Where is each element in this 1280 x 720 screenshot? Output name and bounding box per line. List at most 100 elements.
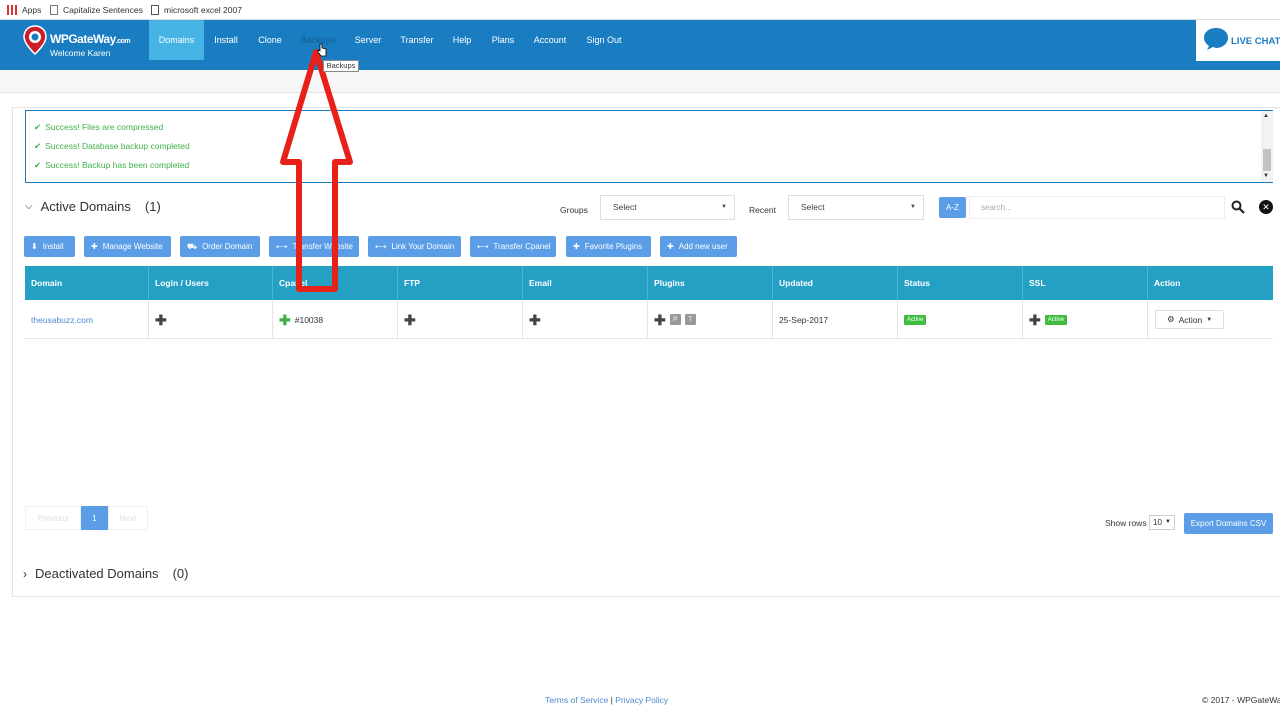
recent-select[interactable]: Select ▼ xyxy=(788,195,924,220)
add-ssl-icon[interactable]: ✚ xyxy=(1029,313,1041,327)
active-domains-toggle[interactable]: ⌵ Active Domains (1) xyxy=(25,199,161,214)
plus-icon: ✚ xyxy=(667,242,674,251)
domain-link[interactable]: theusabuzz.com xyxy=(25,300,149,339)
search-icon[interactable] xyxy=(1231,200,1245,214)
scroll-up-icon[interactable]: ▲ xyxy=(1263,113,1269,119)
check-icon: ✔ xyxy=(34,159,42,170)
welcome-text: Welcome Karen xyxy=(50,48,111,58)
arrows-horizontal-icon: ⟷ xyxy=(477,242,489,251)
scroll-down-icon[interactable]: ▼ xyxy=(1263,173,1269,179)
chat-bubble-icon xyxy=(1204,28,1228,50)
col-email[interactable]: Email xyxy=(523,266,648,300)
live-chat-button[interactable]: LIVE CHAT xyxy=(1196,20,1280,61)
action-dropdown[interactable]: ⚙ Action ▼ xyxy=(1155,310,1225,329)
check-icon: ✔ xyxy=(34,121,42,132)
favorite-plugins-button[interactable]: ✚ Favorite Plugins xyxy=(566,236,651,257)
pager-previous[interactable]: Previous xyxy=(25,506,81,530)
terms-link[interactable]: Terms of Service xyxy=(545,695,608,705)
groups-select[interactable]: Select ▼ xyxy=(600,195,735,220)
nav-domains[interactable]: Domains xyxy=(149,20,204,60)
col-cpanel[interactable]: Cpanel xyxy=(273,266,398,300)
nav-account[interactable]: Account xyxy=(530,20,570,60)
status-messages: ✔ Success! Files are compressed ✔ Success!… xyxy=(25,110,1273,183)
plugin-badge[interactable]: T xyxy=(684,314,696,325)
col-plugins[interactable]: Plugins xyxy=(648,266,773,300)
nav-install[interactable]: Install xyxy=(209,20,243,60)
message-item: ✔ Success! Database backup completed xyxy=(34,140,190,152)
col-domain[interactable]: Domain xyxy=(25,266,149,300)
cart-icon: ⛟ xyxy=(187,242,198,251)
plus-icon: ✚ xyxy=(91,242,98,251)
apps-grid-icon xyxy=(7,5,17,15)
install-button[interactable]: ⬇ Install xyxy=(24,236,75,257)
nav-help[interactable]: Help xyxy=(449,20,475,60)
caret-down-icon: ▼ xyxy=(910,204,916,210)
privacy-link[interactable]: Privacy Policy xyxy=(615,695,668,705)
rows-select[interactable]: 10 ▼ xyxy=(1149,515,1175,530)
order-domain-button[interactable]: ⛟ Order Domain xyxy=(180,236,260,257)
groups-label: Groups xyxy=(560,205,588,215)
transfer-cpanel-button[interactable]: ⟷ Transfer Cpanel xyxy=(470,236,556,257)
nav-plans[interactable]: Plans xyxy=(488,20,518,60)
bookmark-apps[interactable]: Apps xyxy=(7,4,41,16)
check-icon: ✔ xyxy=(34,140,42,151)
plus-icon: ✚ xyxy=(573,242,580,251)
bookmarks-bar: Apps Capitalize Sentences microsoft exce… xyxy=(0,0,1280,20)
ssl-badge: Active xyxy=(1044,314,1068,325)
transfer-website-button[interactable]: ⟷ Transfer Website xyxy=(269,236,359,257)
pager-next[interactable]: Next xyxy=(108,506,148,530)
top-nav: WPGateWay.com Welcome Karen Domains Inst… xyxy=(0,20,1280,70)
deactivated-domains-toggle[interactable]: › Deactivated Domains (0) xyxy=(23,566,188,581)
nav-transfer[interactable]: Transfer xyxy=(398,20,436,60)
nav-sign-out[interactable]: Sign Out xyxy=(583,20,625,60)
link-domain-button[interactable]: ⟷ Link Your Domain xyxy=(368,236,461,257)
add-email-icon[interactable]: ✚ xyxy=(529,313,541,327)
col-ftp[interactable]: FTP xyxy=(398,266,523,300)
col-ssl[interactable]: SSL xyxy=(1023,266,1148,300)
gear-icon: ⚙ xyxy=(1167,314,1175,324)
add-ftp-icon[interactable]: ✚ xyxy=(404,313,416,327)
sort-az-button[interactable]: A-Z xyxy=(939,197,966,218)
arrows-horizontal-icon: ⟷ xyxy=(276,242,288,251)
messages-scrollbar[interactable]: ▲ ▼ xyxy=(1261,111,1273,182)
chevron-down-icon: ⌵ xyxy=(25,201,33,212)
logo-pin-icon xyxy=(23,25,47,55)
status-badge: Active xyxy=(904,314,927,325)
nav-clone[interactable]: Clone xyxy=(254,20,286,60)
message-item: ✔ Success! Files are compressed xyxy=(34,121,164,133)
bookmark-capitalize[interactable]: Capitalize Sentences xyxy=(50,4,143,16)
add-user-icon[interactable]: ✚ xyxy=(155,313,167,327)
manage-website-button[interactable]: ✚ Manage Website xyxy=(84,236,171,257)
add-plugin-icon[interactable]: ✚ xyxy=(654,313,666,327)
nav-server[interactable]: Server xyxy=(350,20,386,60)
page-icon xyxy=(50,5,58,15)
search-input[interactable]: search... xyxy=(969,196,1225,219)
add-new-user-button[interactable]: ✚ Add new user xyxy=(660,236,737,257)
backups-tooltip: Backups xyxy=(323,60,359,72)
caret-down-icon: ▼ xyxy=(721,204,727,210)
pager-page-1[interactable]: 1 xyxy=(81,506,108,530)
scroll-thumb[interactable] xyxy=(1263,149,1271,171)
page-icon xyxy=(151,5,159,15)
domains-table-header: Domain Login / Users Cpanel FTP Email Pl… xyxy=(25,266,1273,300)
clear-icon[interactable]: ✕ xyxy=(1259,200,1273,214)
export-csv-button[interactable]: Export Domains CSV xyxy=(1184,513,1273,534)
plugin-badge[interactable]: P xyxy=(669,314,681,325)
col-updated[interactable]: Updated xyxy=(773,266,898,300)
table-row: theusabuzz.com ✚ ✚ #10038 ✚ ✚ ✚ P T 25-Sep-… xyxy=(25,300,1273,339)
caret-down-icon: ▼ xyxy=(1206,316,1213,323)
arrows-horizontal-icon: ⟷ xyxy=(375,242,387,251)
footer-links: Terms of Service | Privacy Policy xyxy=(545,695,669,705)
col-action[interactable]: Action xyxy=(1148,266,1273,300)
brand-logo[interactable]: WPGateWay.com Welcome Karen xyxy=(22,25,142,65)
updated-date: 25-Sep-2017 xyxy=(773,300,898,339)
add-cpanel-icon[interactable]: ✚ xyxy=(279,313,291,327)
copyright: © 2017 - WPGateWay xyxy=(1202,695,1280,705)
bookmark-excel[interactable]: microsoft excel 2007 xyxy=(151,4,242,16)
col-login-users[interactable]: Login / Users xyxy=(149,266,273,300)
hand-cursor-icon xyxy=(317,43,327,57)
download-icon: ⬇ xyxy=(31,242,38,251)
recent-label: Recent xyxy=(749,205,776,215)
col-status[interactable]: Status xyxy=(898,266,1023,300)
cpanel-id: #10038 xyxy=(294,314,324,325)
